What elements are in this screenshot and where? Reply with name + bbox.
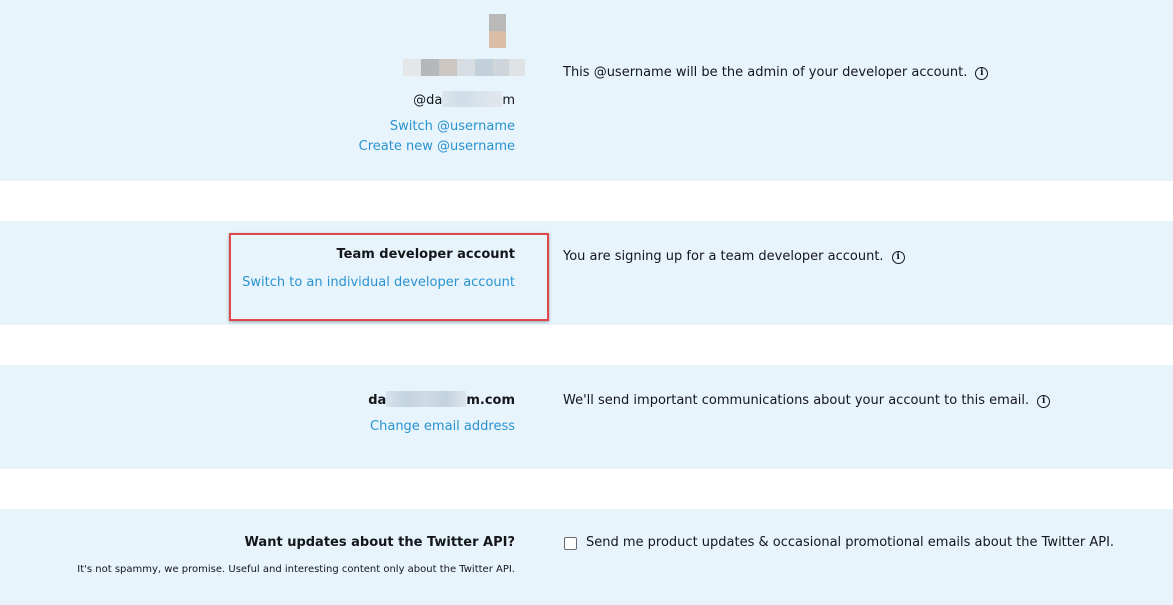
info-icon[interactable]: i [891, 251, 905, 264]
username-prefix: @da [413, 93, 443, 108]
updates-checkbox-label[interactable]: Send me product updates & occasional pro… [586, 535, 1114, 550]
team-note-text: You are signing up for a team developer … [563, 249, 884, 264]
email-prefix: da [368, 393, 387, 408]
change-email-link[interactable]: Change email address [370, 419, 515, 434]
email-note-text: We'll send important communications abou… [563, 393, 1030, 408]
switch-username-link[interactable]: Switch @username [390, 119, 515, 134]
email-redacted [386, 391, 467, 407]
updates-subtitle: It's not spammy, we promise. Useful and … [77, 564, 515, 575]
highlight-annotation [229, 233, 549, 321]
account-section [0, 0, 1173, 181]
updates-title: Want updates about the Twitter API? [244, 535, 515, 550]
avatar [489, 14, 506, 48]
admin-note: This @username will be the admin of your… [563, 65, 989, 80]
email-section [0, 365, 1173, 469]
admin-note-text: This @username will be the admin of your… [563, 65, 968, 80]
email-suffix: m.com [466, 393, 515, 408]
username-suffix: m [502, 93, 515, 108]
updates-checkbox[interactable] [564, 537, 577, 550]
team-note: You are signing up for a team developer … [563, 249, 905, 264]
display-name-redacted [403, 59, 525, 76]
updates-section [0, 509, 1173, 605]
team-section [0, 221, 1173, 325]
username-redacted [442, 91, 503, 107]
info-icon[interactable]: i [975, 67, 989, 80]
email-note: We'll send important communications abou… [563, 393, 1051, 408]
email-address: da m.com [368, 391, 515, 408]
username-handle: @da m [413, 91, 515, 108]
create-username-link[interactable]: Create new @username [359, 139, 515, 154]
info-icon[interactable]: i [1037, 395, 1051, 408]
